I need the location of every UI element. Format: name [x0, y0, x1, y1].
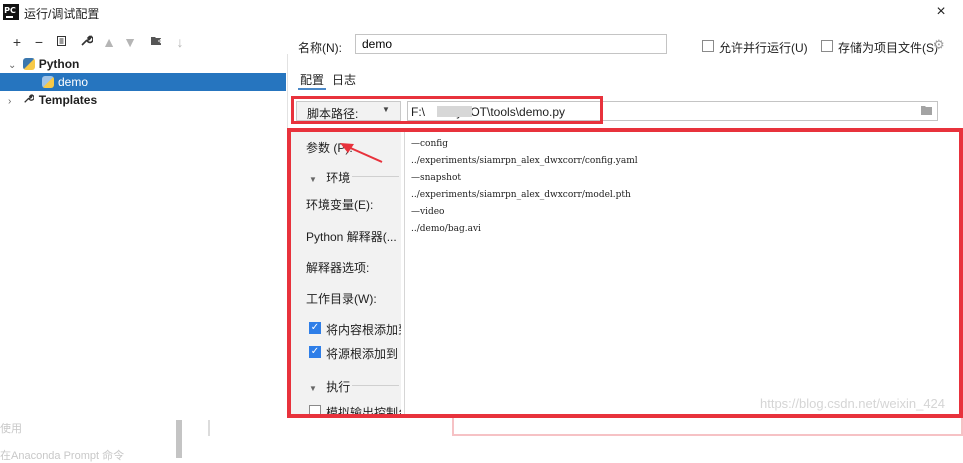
title-bar: PC 运行/调试配置 × — [0, 0, 963, 26]
copy-icon[interactable] — [54, 34, 70, 50]
highlight-box-script — [291, 96, 603, 124]
background-bar — [176, 420, 182, 458]
window-title: 运行/调试配置 — [24, 7, 100, 21]
name-label: 名称(N): — [298, 41, 342, 55]
background-highlight-ghost — [452, 418, 963, 436]
arrow-up-icon[interactable]: ▲ — [101, 34, 117, 50]
allow-parallel-checkbox[interactable] — [702, 40, 714, 52]
background-text: 在Anaconda Prompt 命令 — [0, 450, 125, 462]
name-input[interactable] — [355, 34, 667, 54]
minus-icon[interactable]: − — [31, 34, 47, 50]
arrow-down-icon[interactable]: ▼ — [122, 34, 138, 50]
tree-node-demo[interactable]: demo — [0, 73, 286, 91]
store-project-checkbox[interactable] — [821, 40, 833, 52]
active-tab-indicator — [298, 88, 326, 90]
gear-icon[interactable]: ⚙ — [933, 37, 945, 53]
allow-parallel-label: 允许并行运行(U) — [719, 41, 808, 55]
plus-icon[interactable]: + — [9, 34, 25, 50]
background-bar — [208, 420, 210, 436]
wrench-icon — [23, 91, 35, 109]
sort-icon[interactable]: ↓ — [172, 34, 188, 50]
folder-icon[interactable] — [920, 105, 933, 119]
highlight-box-params — [287, 128, 963, 418]
tab-log[interactable]: 日志 — [332, 71, 356, 88]
tree-node-templates[interactable]: › Templates — [8, 91, 97, 109]
chevron-right-icon[interactable]: › — [8, 93, 20, 111]
folder-move-icon[interactable] — [148, 34, 164, 50]
wrench-icon[interactable] — [78, 34, 94, 50]
config-tree: ⌄ Python demo › Templates — [0, 54, 288, 414]
pycharm-logo-icon: PC — [3, 4, 19, 20]
background-text: 使用 — [0, 423, 22, 435]
close-icon[interactable]: × — [931, 2, 951, 22]
store-project-label: 存储为项目文件(S) — [838, 41, 938, 55]
python-file-icon — [42, 76, 54, 88]
tree-node-python[interactable]: ⌄ Python — [8, 55, 79, 73]
tab-config[interactable]: 配置 — [300, 71, 324, 88]
python-icon — [23, 58, 36, 70]
